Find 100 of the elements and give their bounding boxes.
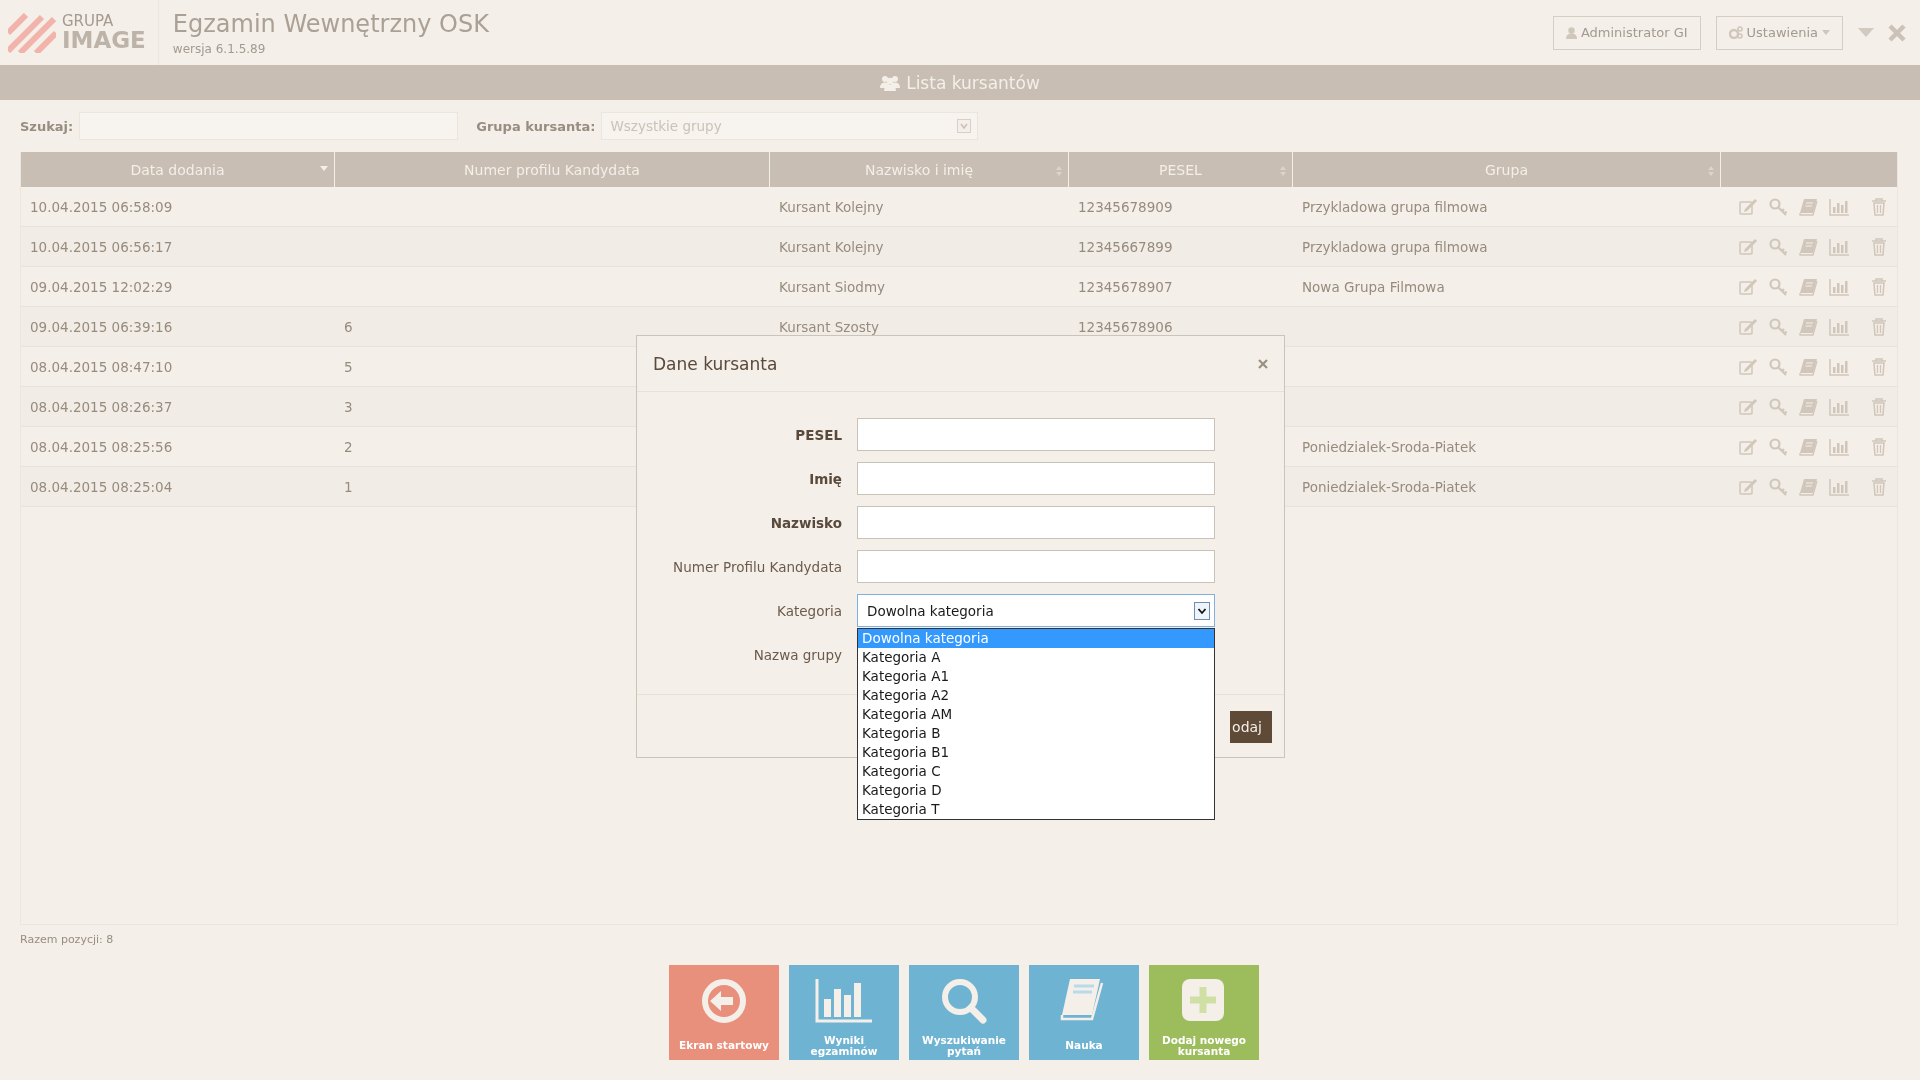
edit-icon[interactable] xyxy=(1739,397,1759,416)
tile-button[interactable]: Wyszukiwanie pytań xyxy=(909,965,1019,1060)
book-icon[interactable] xyxy=(1799,197,1819,216)
edit-icon[interactable] xyxy=(1739,357,1759,376)
edit-icon[interactable] xyxy=(1739,277,1759,296)
key-icon[interactable] xyxy=(1769,477,1789,496)
search-label: Szukaj: xyxy=(20,118,74,134)
bar-chart-icon[interactable] xyxy=(1829,397,1849,416)
text-field[interactable] xyxy=(857,462,1215,495)
field-label: Numer Profilu Kandydata xyxy=(672,558,843,575)
dropdown-option[interactable]: Kategoria A xyxy=(858,648,1214,667)
table-cell: Przykladowa grupa filmowa xyxy=(1302,238,1488,255)
book-icon[interactable] xyxy=(1799,437,1819,456)
edit-icon[interactable] xyxy=(1739,477,1759,496)
book-icon[interactable] xyxy=(1799,397,1819,416)
key-icon[interactable] xyxy=(1769,277,1789,296)
table-cell: Nowa Grupa Filmowa xyxy=(1302,278,1445,295)
logo-text: GRUPA xyxy=(62,13,115,29)
table-cell: 5 xyxy=(344,358,353,375)
user-button[interactable]: Administrator GI xyxy=(1552,15,1701,50)
total-count: Razem pozycji: 8 xyxy=(20,933,114,946)
table-cell: Poniedzialek-Sroda-Piatek xyxy=(1302,478,1477,495)
tile-button[interactable]: Wyniki egzaminów xyxy=(789,965,899,1060)
bar-chart-icon[interactable] xyxy=(1829,197,1849,216)
table-cell: 2 xyxy=(344,438,353,455)
key-icon[interactable] xyxy=(1769,437,1789,456)
book-icon[interactable] xyxy=(1799,357,1819,376)
field-label: Nazwa grupy xyxy=(752,646,843,663)
search-icon xyxy=(940,977,988,1025)
table-cell: 09.04.2015 12:02:29 xyxy=(30,278,173,295)
table-cell: Kursant Szosty xyxy=(779,318,879,335)
table-cell: 12345678909 xyxy=(1078,198,1173,215)
bar-chart-icon[interactable] xyxy=(1829,357,1849,376)
table-cell: 12345678906 xyxy=(1078,318,1173,335)
bar-chart-icon[interactable] xyxy=(1829,437,1849,456)
stripes-logo-icon xyxy=(8,12,56,53)
table-cell: 08.04.2015 08:26:37 xyxy=(30,398,173,415)
key-icon[interactable] xyxy=(1769,317,1789,336)
category-select[interactable]: Dowolna kategoria xyxy=(857,594,1215,627)
dropdown-option[interactable]: Kategoria AM xyxy=(858,705,1214,724)
bar-chart-icon[interactable] xyxy=(1829,277,1849,296)
edit-icon[interactable] xyxy=(1739,237,1759,256)
edit-icon[interactable] xyxy=(1739,437,1759,456)
tile-button[interactable]: Dodaj nowego kursanta xyxy=(1149,965,1259,1060)
logo-text: IMAGE xyxy=(62,28,146,52)
dropdown-option[interactable]: Kategoria B1 xyxy=(858,743,1214,762)
table-cell: 12345678907 xyxy=(1078,278,1173,295)
table-cell: 10.04.2015 06:58:09 xyxy=(30,198,173,215)
key-icon[interactable] xyxy=(1769,397,1789,416)
key-icon[interactable] xyxy=(1769,197,1789,216)
book-icon[interactable] xyxy=(1799,317,1819,336)
field-label: Imię xyxy=(808,470,843,487)
dropdown-option[interactable]: Kategoria A2 xyxy=(858,686,1214,705)
dropdown-option[interactable]: Kategoria B xyxy=(858,724,1214,743)
table-cell: 6 xyxy=(344,318,353,335)
key-icon[interactable] xyxy=(1769,357,1789,376)
table-cell: Poniedzialek-Sroda-Piatek xyxy=(1302,438,1477,455)
bar-chart-icon[interactable] xyxy=(1829,477,1849,496)
dropdown-option[interactable]: Dowolna kategoria xyxy=(858,629,1214,648)
caret-icon xyxy=(1822,30,1830,35)
modal-title: Dane kursanta xyxy=(653,353,778,374)
table-cell: 09.04.2015 06:39:16 xyxy=(30,318,173,335)
tile-button[interactable]: Ekran startowy xyxy=(669,965,779,1060)
field-label: PESEL xyxy=(794,426,843,443)
book-icon[interactable] xyxy=(1799,277,1819,296)
bar-chart-icon[interactable] xyxy=(1829,317,1849,336)
table-cell: 3 xyxy=(344,398,353,415)
table-cell: 1 xyxy=(344,478,353,495)
dropdown-option[interactable]: Kategoria C xyxy=(858,762,1214,781)
text-field[interactable] xyxy=(857,550,1215,583)
table-cell: 12345667899 xyxy=(1078,238,1173,255)
table-cell: 08.04.2015 08:25:56 xyxy=(30,438,173,455)
close-icon[interactable] xyxy=(1258,358,1268,369)
app-title: Egzamin Wewnętrzny OSK xyxy=(172,9,489,38)
dropdown-option[interactable]: Kategoria T xyxy=(858,800,1214,819)
table-cell: Kursant Siodmy xyxy=(779,278,886,295)
text-field[interactable] xyxy=(857,506,1215,539)
table-cell: 08.04.2015 08:25:04 xyxy=(30,478,173,495)
bar-chart-icon[interactable] xyxy=(1829,237,1849,256)
close-icon[interactable] xyxy=(1888,23,1906,42)
book-icon[interactable] xyxy=(1799,477,1819,496)
edit-icon[interactable] xyxy=(1739,317,1759,336)
users-icon xyxy=(880,74,901,91)
gears-icon xyxy=(1728,26,1743,39)
table-cell: Przykladowa grupa filmowa xyxy=(1302,198,1488,215)
settings-button[interactable]: Ustawienia xyxy=(1715,15,1843,50)
user-icon xyxy=(1565,26,1577,39)
table-cell: 10.04.2015 06:56:17 xyxy=(30,238,173,255)
add-button[interactable]: odaj xyxy=(1230,711,1272,743)
collapse-icon[interactable] xyxy=(1858,27,1874,38)
bar-chart-icon xyxy=(814,977,874,1025)
edit-icon[interactable] xyxy=(1739,197,1759,216)
key-icon[interactable] xyxy=(1769,237,1789,256)
text-field[interactable] xyxy=(857,418,1215,451)
field-label: Kategoria xyxy=(776,602,843,619)
tile-button[interactable]: Nauka xyxy=(1029,965,1139,1060)
dropdown-option[interactable]: Kategoria D xyxy=(858,781,1214,800)
book-icon[interactable] xyxy=(1799,237,1819,256)
dropdown-option[interactable]: Kategoria A1 xyxy=(858,667,1214,686)
table-cell: Kursant Kolejny xyxy=(779,238,884,255)
